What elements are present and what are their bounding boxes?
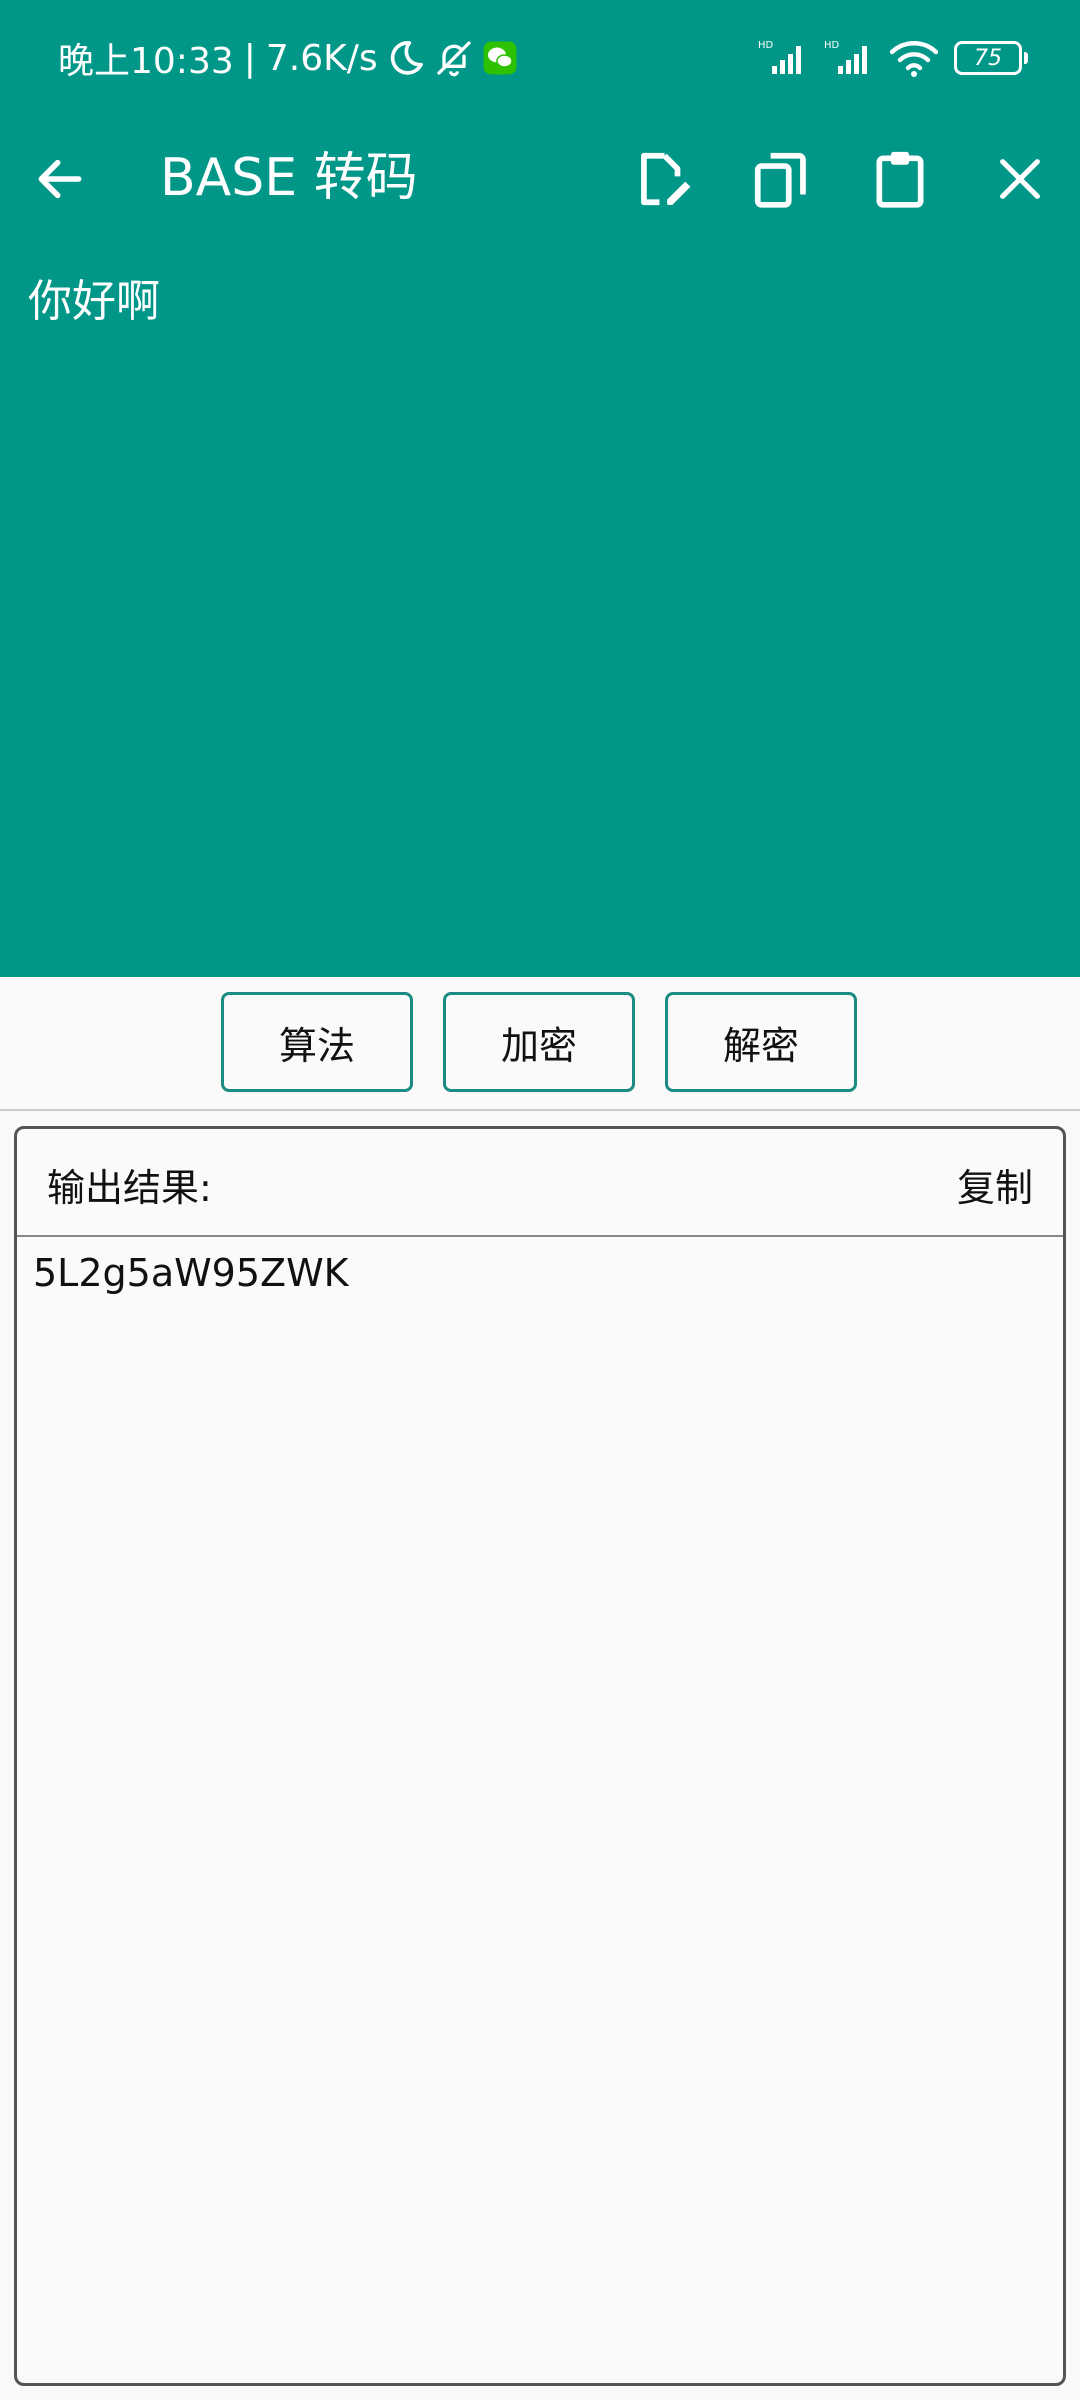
svg-text:HD: HD xyxy=(758,40,774,51)
paste-button[interactable] xyxy=(864,143,936,215)
wechat-icon xyxy=(483,41,517,75)
output-text[interactable]: 5L2g5aW95ZWK xyxy=(33,1251,349,1295)
clear-button[interactable] xyxy=(984,143,1056,215)
page-title: BASE 转码 xyxy=(160,148,418,208)
toolbar: BASE 转码 xyxy=(0,120,1080,238)
edit-button[interactable] xyxy=(626,143,698,215)
input-area: 晚上10:33 | 7.6K/s HD HD 75 BASE 转码 你好啊 xyxy=(0,0,1080,977)
clipboard-icon xyxy=(876,151,924,208)
output-label: 输出结果: xyxy=(47,1166,212,1210)
status-right: HD HD 75 xyxy=(758,34,1028,82)
wifi-icon xyxy=(890,41,938,77)
output-panel: 输出结果: 复制 5L2g5aW95ZWK xyxy=(14,1126,1066,2386)
status-time: 晚上10:33 xyxy=(58,41,234,82)
action-bar: 算法 加密 解密 xyxy=(0,977,1080,1111)
input-field[interactable]: 你好啊 xyxy=(28,272,1048,952)
algorithm-button[interactable]: 算法 xyxy=(221,992,413,1092)
status-bar: 晚上10:33 | 7.6K/s HD HD 75 xyxy=(0,0,1080,115)
back-button[interactable] xyxy=(24,143,96,215)
status-left: 晚上10:33 | 7.6K/s xyxy=(58,34,518,82)
signal-icon: HD xyxy=(758,40,801,74)
close-icon xyxy=(1000,159,1040,199)
copy-icon xyxy=(754,152,806,208)
status-speed: 7.6K/s xyxy=(265,37,378,79)
output-header: 输出结果: 复制 xyxy=(17,1129,1063,1237)
bell-off-icon xyxy=(436,41,471,77)
svg-text:HD: HD xyxy=(824,40,840,51)
copy-output-button[interactable]: 复制 xyxy=(957,1157,1033,1212)
moon-icon xyxy=(390,41,423,75)
back-arrow-icon xyxy=(38,159,82,199)
decrypt-button[interactable]: 解密 xyxy=(665,992,857,1092)
signal-icon-2: HD xyxy=(824,40,867,74)
edit-document-icon xyxy=(641,152,691,206)
battery-icon: 75 xyxy=(954,41,1028,75)
encrypt-button[interactable]: 加密 xyxy=(443,992,635,1092)
copy-button[interactable] xyxy=(745,143,817,215)
status-separator: | xyxy=(243,37,256,79)
battery-level: 75 xyxy=(974,45,1002,71)
